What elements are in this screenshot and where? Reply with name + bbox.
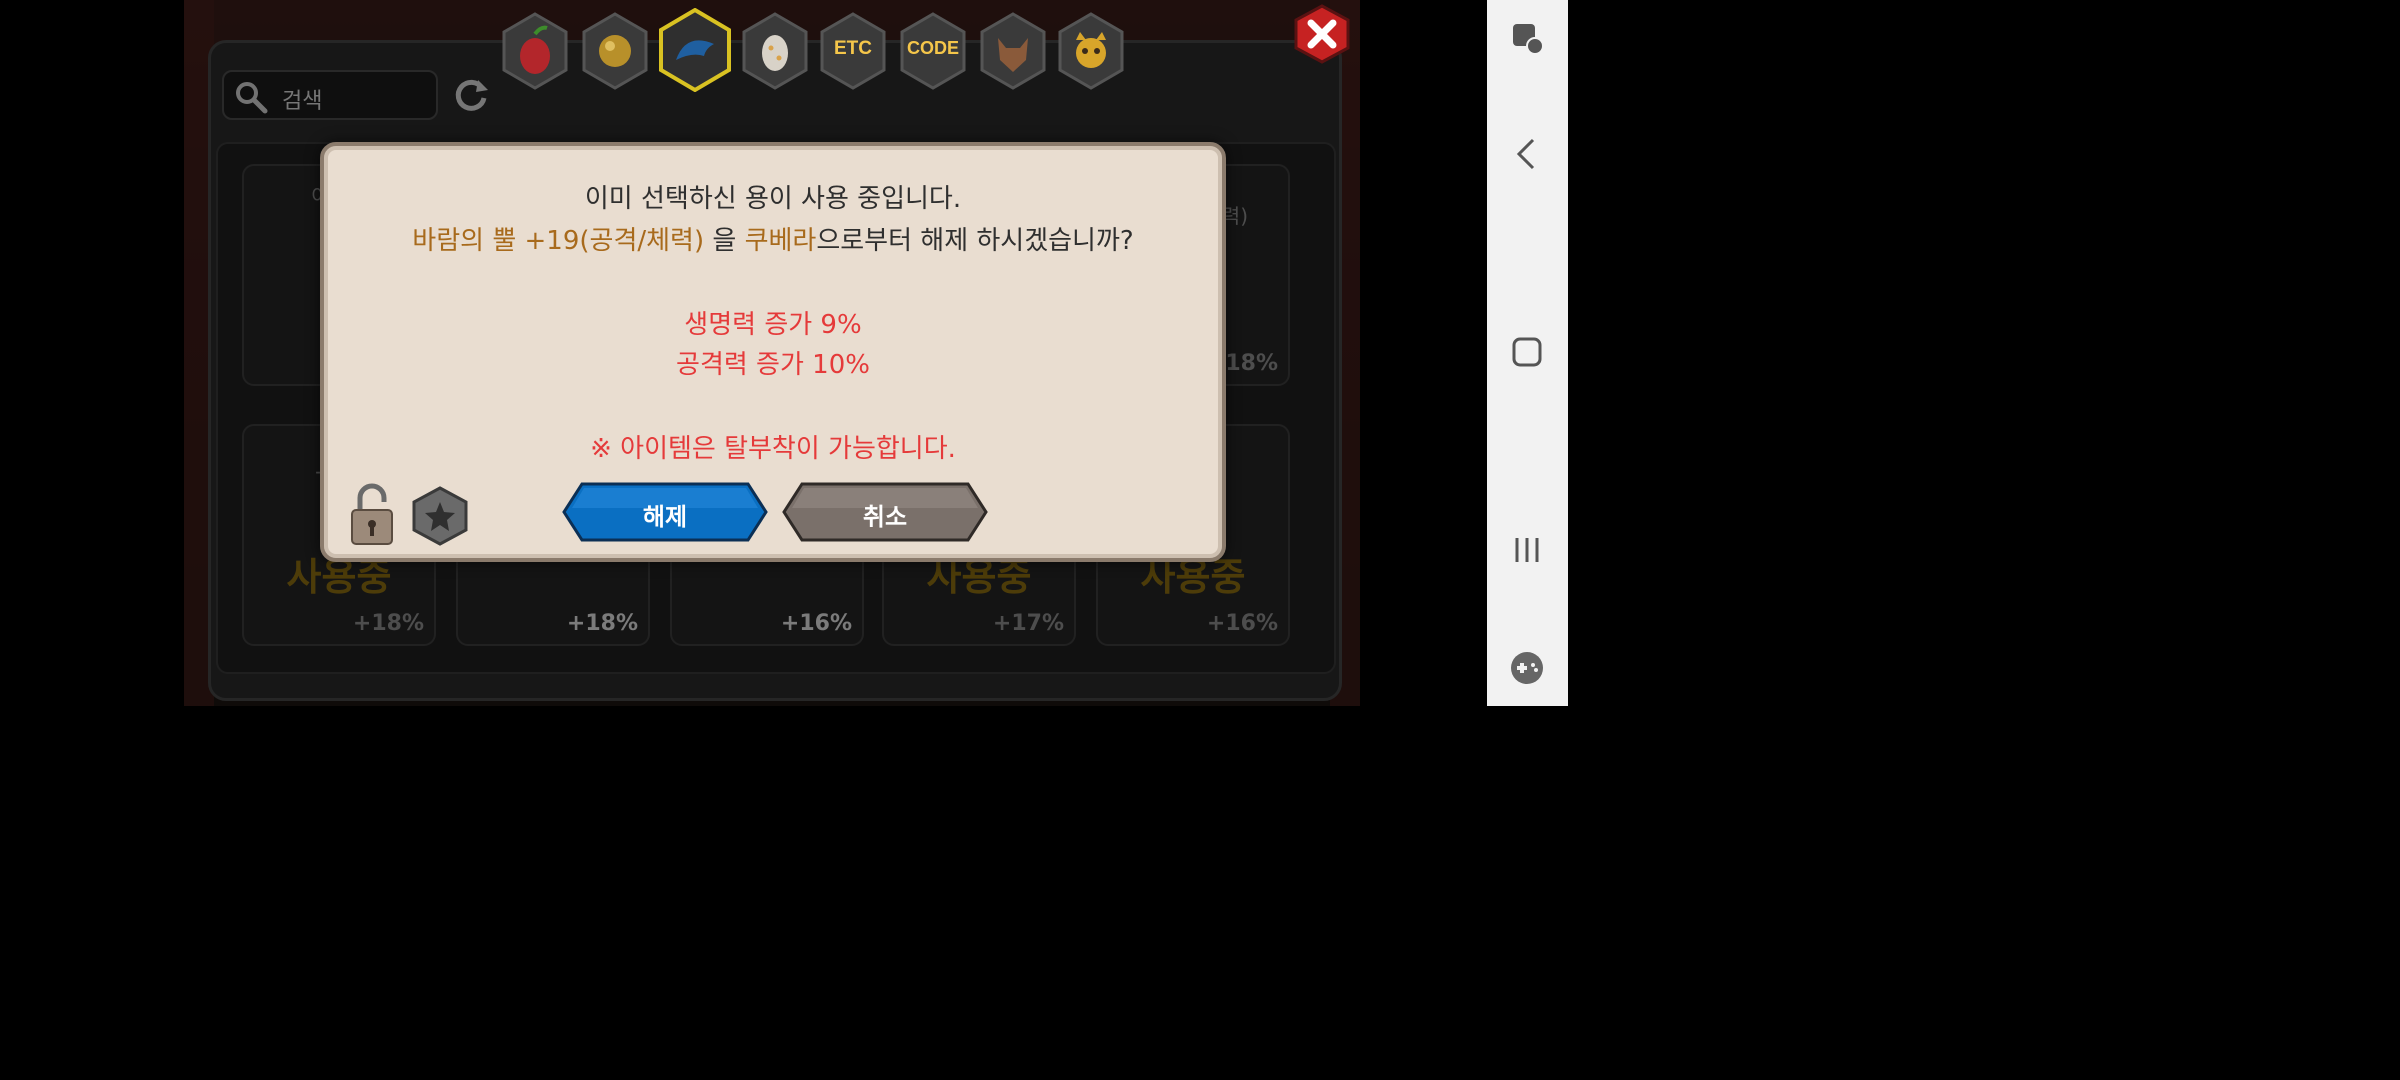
code-tab-label: CODE — [906, 38, 959, 58]
release-button-label: 해제 — [642, 503, 688, 531]
stat-attack-increase: 공격력 증가 10% — [676, 350, 870, 380]
tab-wolf[interactable] — [978, 12, 1048, 90]
dialog-message-line2: 바람의 뿔 +19(공격/체력) 을 쿠베라으로부터 해제 하시겠습니까? — [324, 220, 1222, 257]
game-tools-icon[interactable] — [1507, 648, 1547, 688]
cancel-button[interactable]: 취소 — [782, 482, 988, 542]
touch-protection-icon[interactable] — [1507, 18, 1547, 58]
home-icon[interactable] — [1507, 332, 1547, 372]
release-button[interactable]: 해제 — [562, 482, 768, 542]
mask-tab-icon — [1058, 12, 1124, 90]
recent-apps-icon[interactable] — [1507, 530, 1547, 570]
close-icon[interactable] — [1292, 4, 1352, 64]
stat-hp-increase: 생명력 증가 9% — [684, 310, 862, 340]
tab-gold[interactable] — [580, 12, 650, 90]
etc-tab[interactable]: ETC — [818, 12, 888, 90]
tab-egg[interactable] — [740, 12, 810, 90]
tab-mask[interactable] — [1056, 12, 1126, 90]
confirm-unequip-dialog: 이미 선택하신 용이 사용 중입니다. 바람의 뿔 +19(공격/체력) 을 쿠… — [320, 142, 1226, 562]
fruit-tab-icon — [502, 12, 568, 90]
back-icon[interactable] — [1507, 134, 1547, 174]
dialog-particle: 을 — [704, 226, 745, 256]
dragon-tab-icon — [659, 8, 731, 92]
favorite-star-icon[interactable] — [412, 486, 468, 546]
dialog-message-line1: 이미 선택하신 용이 사용 중입니다. — [584, 184, 962, 214]
code-tab[interactable]: CODE — [898, 12, 968, 90]
egg-tab-icon — [742, 12, 808, 90]
etc-tab-label: ETC — [834, 38, 872, 59]
tab-dragon[interactable] — [658, 8, 731, 92]
item-name: 바람의 뿔 +19(공격/체력) — [412, 226, 705, 256]
unlock-icon[interactable] — [348, 482, 396, 546]
android-navigation-bar — [1487, 0, 1568, 706]
wolf-tab-icon — [980, 12, 1046, 90]
detach-note: ※ 아이템은 탈부착이 가능합니다. — [590, 434, 956, 464]
cancel-button-label: 취소 — [862, 503, 908, 531]
gold-nugget-tab-icon — [582, 12, 648, 90]
dragon-name: 쿠베라 — [744, 226, 817, 256]
dialog-message-tail: 으로부터 해제 하시겠습니까? — [816, 226, 1134, 256]
tab-fruit[interactable] — [500, 12, 570, 90]
